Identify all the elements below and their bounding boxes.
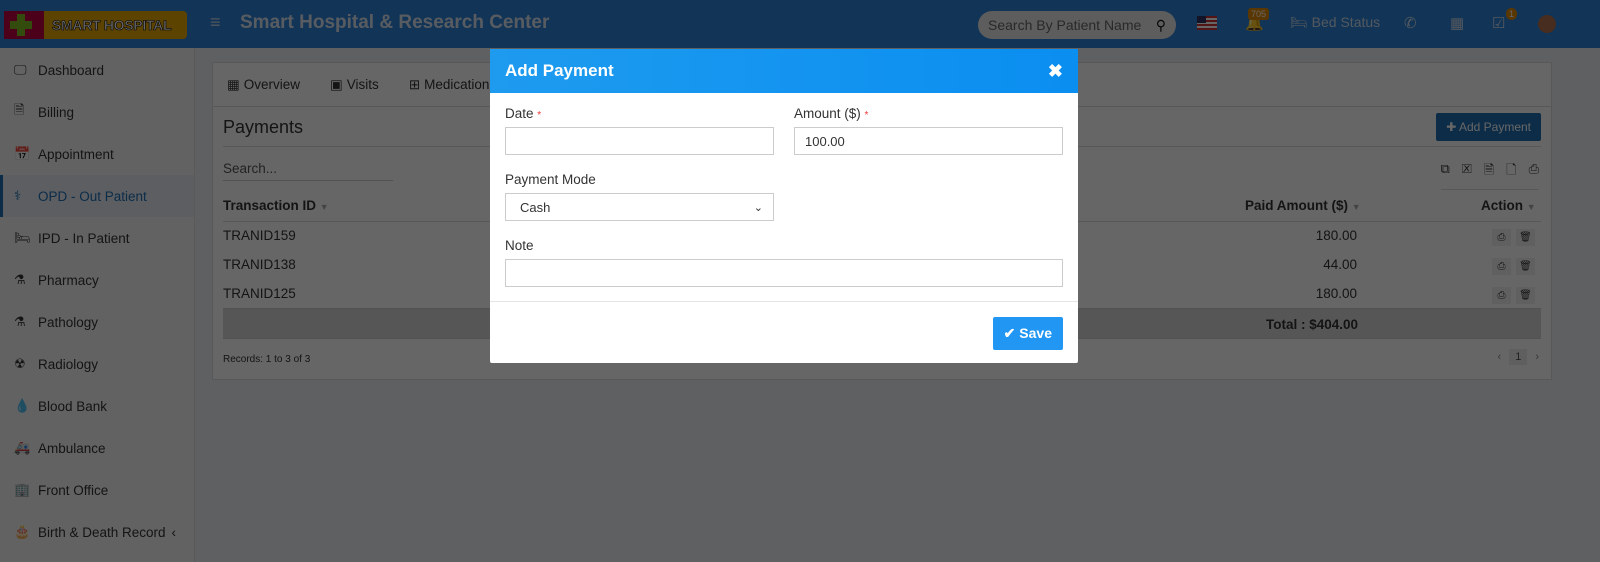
sidebar: 🖵 Dashboard 🗎 Billing 📅 Appointment ⚕ OPD - Out…	[0, 48, 195, 562]
patient-search-input[interactable]: Search By Patient Name ⚲	[978, 11, 1176, 39]
calendar-icon[interactable]: ▦	[1450, 14, 1464, 32]
task-badge: 1	[1506, 8, 1518, 20]
pagination: ‹ 1 ›	[1498, 349, 1539, 365]
avatar[interactable]	[1538, 15, 1556, 33]
note-field[interactable]	[505, 259, 1063, 287]
export-toolbar: ⧉ 🗵 🗎 🗋 ⎙	[1440, 161, 1539, 190]
tab-icon: ▣	[330, 76, 343, 92]
sidebar-icon: 🏢	[14, 482, 31, 497]
sidebar-icon: 💧	[14, 398, 31, 413]
top-navbar: SMART HOSPITAL ≡ Smart Hospital & Resear…	[0, 0, 1600, 48]
payment-mode-label: Payment Mode	[505, 172, 596, 187]
sidebar-icon: 🗎	[14, 102, 25, 117]
logo[interactable]: SMART HOSPITAL	[4, 11, 187, 39]
print-icon[interactable]: ⎙	[1492, 229, 1511, 246]
tab-medication[interactable]: ⊞ Medication	[409, 77, 490, 93]
sidebar-icon: ⚗	[14, 272, 26, 287]
column-paid-amount[interactable]: Paid Amount ($) ▼	[1245, 198, 1361, 213]
divider	[490, 301, 1078, 302]
delete-icon[interactable]: 🗑	[1516, 229, 1535, 246]
sidebar-icon: ⚗	[14, 314, 26, 329]
whatsapp-icon[interactable]: ✆	[1404, 14, 1417, 32]
sidebar-item-billing[interactable]: 🗎 Billing	[0, 91, 194, 133]
csv-icon[interactable]: 🗎	[1484, 161, 1494, 183]
pdf-icon[interactable]: 🗋	[1506, 161, 1516, 183]
add-payment-button[interactable]: ✚ Add Payment	[1436, 113, 1541, 141]
sidebar-icon: ⚕	[14, 188, 22, 203]
payment-mode-select[interactable]: Cash ⌄	[505, 193, 774, 221]
sidebar-icon: 🖵	[14, 62, 27, 77]
sidebar-item-pharmacy[interactable]: ⚗ Pharmacy	[0, 259, 194, 301]
print-icon[interactable]: ⎙	[1492, 287, 1511, 304]
next-page-button[interactable]: ›	[1535, 351, 1539, 363]
tab-overview[interactable]: ▦ Overview	[227, 77, 300, 93]
us-flag-icon[interactable]	[1197, 16, 1217, 30]
sidebar-item-front-office[interactable]: 🏢 Front Office	[0, 469, 194, 511]
delete-icon[interactable]: 🗑	[1516, 258, 1535, 275]
search-icon[interactable]: ⚲	[1156, 17, 1166, 34]
notification-badge: 705	[1248, 8, 1270, 20]
menu-toggle-icon[interactable]: ≡	[210, 12, 221, 33]
copy-icon[interactable]: ⧉	[1441, 161, 1450, 183]
bed-status-link[interactable]: 🛏 Bed Status	[1290, 14, 1380, 31]
tab-icon: ▦	[227, 76, 240, 92]
add-payment-modal: Add Payment ✖ Date * Amount ($) * 100.00 …	[490, 49, 1078, 363]
sidebar-item-blood-bank[interactable]: 💧 Blood Bank	[0, 385, 194, 427]
date-field[interactable]	[505, 127, 774, 155]
page-1-button[interactable]: 1	[1509, 349, 1528, 365]
task-check-icon[interactable]: ☑	[1492, 14, 1505, 32]
modal-title: Add Payment	[505, 61, 614, 80]
logo-cross-icon	[4, 11, 44, 39]
prev-page-button[interactable]: ‹	[1498, 351, 1502, 363]
page-title: Payments	[223, 117, 304, 137]
print-icon[interactable]: ⎙	[1529, 161, 1539, 183]
sidebar-item-opd-out-patient[interactable]: ⚕ OPD - Out Patient	[0, 175, 194, 217]
sidebar-item-ipd-in-patient[interactable]: 🛏 IPD - In Patient	[0, 217, 194, 259]
chevron-left-icon: ‹	[171, 524, 177, 540]
sidebar-item-pathology[interactable]: ⚗ Pathology	[0, 301, 194, 343]
table-search-input[interactable]: Search...	[223, 161, 393, 181]
sidebar-icon: 📅	[14, 146, 31, 161]
records-info: Records: 1 to 3 of 3	[223, 354, 311, 365]
sidebar-item-birth-death-record[interactable]: 🎂 Birth & Death Record ‹	[0, 511, 194, 553]
excel-icon[interactable]: 🗵	[1462, 161, 1472, 183]
app-title: Smart Hospital & Research Center	[240, 12, 550, 33]
chevron-down-icon: ⌄	[753, 201, 763, 214]
tab-visits[interactable]: ▣ Visits	[330, 77, 379, 93]
tab-icon: ⊞	[408, 76, 421, 92]
sidebar-icon: 🚑	[14, 440, 31, 455]
delete-icon[interactable]: 🗑	[1516, 287, 1535, 304]
note-label: Note	[505, 238, 534, 253]
sidebar-icon: ☢	[14, 356, 26, 371]
sidebar-icon: 🎂	[14, 524, 31, 539]
sidebar-icon: 🛏	[14, 230, 31, 245]
date-label: Date *	[505, 106, 542, 121]
sidebar-item-appointment[interactable]: 📅 Appointment	[0, 133, 194, 175]
sidebar-item-radiology[interactable]: ☢ Radiology	[0, 343, 194, 385]
column-action[interactable]: Action ▼	[1481, 198, 1536, 213]
column-transaction-id[interactable]: Transaction ID ▼	[223, 198, 329, 213]
amount-label: Amount ($) *	[794, 106, 869, 121]
close-icon[interactable]: ✖	[1048, 61, 1063, 82]
save-button[interactable]: ✔ Save	[992, 317, 1063, 350]
amount-field[interactable]: 100.00	[794, 127, 1063, 155]
sidebar-item-dashboard[interactable]: 🖵 Dashboard	[0, 49, 194, 91]
sidebar-item-ambulance[interactable]: 🚑 Ambulance	[0, 427, 194, 469]
print-icon[interactable]: ⎙	[1492, 258, 1511, 275]
check-circle-icon: ✔	[1003, 325, 1016, 341]
